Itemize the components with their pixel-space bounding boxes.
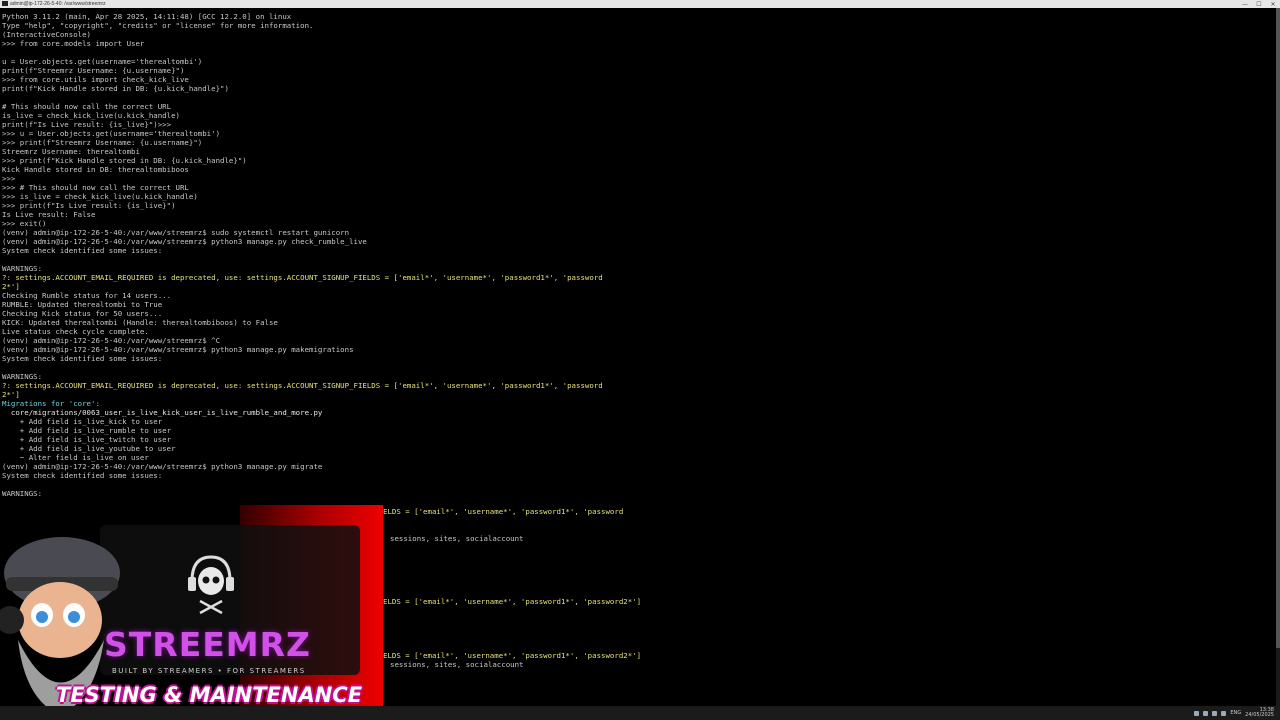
- skull-headphones-logo-icon: [188, 555, 234, 615]
- terminal-scrollbar[interactable]: [1276, 8, 1280, 706]
- brand-name: STREEMRZ: [104, 625, 311, 664]
- terminal-line: Streemrz Username: therealtombi: [2, 147, 140, 156]
- terminal-line: + Add field is_live_rumble to user: [2, 426, 172, 435]
- terminal-line: Type "help", "copyright", "credits" or "…: [2, 21, 314, 30]
- terminal-line: Python 3.11.2 (main, Apr 28 2025, 14:11:…: [2, 12, 292, 21]
- tray-chevron-icon[interactable]: [1194, 710, 1200, 716]
- close-button[interactable]: ✕: [1266, 0, 1280, 8]
- brand-tagline: BUILT BY STREAMERS • FOR STREAMERS: [112, 667, 306, 675]
- terminal-line: print(f"Streemrz Username: {u.username}"…: [2, 66, 185, 75]
- terminal-line: System check identified some issues:: [2, 246, 163, 255]
- terminal-line: Is Live result: False: [2, 210, 96, 219]
- terminal-line: print(f"Is Live result: {is_live}")>>>: [2, 120, 172, 129]
- terminal-line: >>> # This should now call the correct U…: [2, 183, 189, 192]
- network-icon[interactable]: [1203, 710, 1209, 716]
- terminal-line: WARNINGS:: [2, 372, 43, 381]
- terminal-line: ~ Alter field is_live on user: [2, 453, 149, 462]
- terminal-line: >>> print(f"Kick Handle stored in DB: {u…: [2, 156, 247, 165]
- terminal-app-icon: [2, 1, 8, 6]
- terminal-line: Kick Handle stored in DB: therealtombibo…: [2, 165, 189, 174]
- terminal-line: + Add field is_live_youtube to user: [2, 444, 176, 453]
- terminal-line: >>>: [2, 174, 16, 183]
- taskbar-clock[interactable]: 13:38 24/05/2025: [1245, 708, 1274, 718]
- terminal-line-fragment: ELDS = ['email*', 'username*', 'password…: [383, 651, 642, 660]
- terminal-line: (venv) admin@ip-172-26-5-40:/var/www/str…: [2, 237, 367, 246]
- system-tray: ENG 13:38 24/05/2025: [1194, 708, 1274, 718]
- terminal-line: WARNINGS:: [2, 264, 43, 273]
- stream-banner: TESTING & MAINTENANCE: [56, 683, 363, 707]
- battery-icon[interactable]: [1221, 710, 1227, 716]
- terminal-line: print(f"Kick Handle stored in DB: {u.kic…: [2, 84, 229, 93]
- taskbar: ENG 13:38 24/05/2025: [0, 706, 1280, 720]
- terminal-line: >>> u = User.objects.get(username='there…: [2, 129, 221, 138]
- terminal-line: Migrations for 'core':: [2, 399, 100, 408]
- terminal-line: 2*']: [2, 390, 20, 399]
- terminal-line: KICK: Updated therealtombi (Handle: ther…: [2, 318, 278, 327]
- terminal-line: RUMBLE: Updated therealtombi to True: [2, 300, 163, 309]
- terminal-line: >>> is_live = check_kick_live(u.kick_han…: [2, 192, 198, 201]
- terminal-line-fragment: ELDS = ['email*', 'username*', 'password…: [383, 597, 642, 606]
- terminal-line: (venv) admin@ip-172-26-5-40:/var/www/str…: [2, 228, 350, 237]
- terminal-line: + Add field is_live_kick to user: [2, 417, 163, 426]
- clock-date: 24/05/2025: [1245, 712, 1274, 718]
- terminal-line: # This should now call the correct URL: [2, 102, 172, 111]
- terminal-line-fragment: ELDS = ['email*', 'username*', 'password…: [383, 507, 624, 516]
- terminal-line: >>> from core.models import User: [2, 39, 145, 48]
- terminal-line: (venv) admin@ip-172-26-5-40:/var/www/str…: [2, 462, 323, 471]
- stream-overlay: STREEMRZ BUILT BY STREAMERS • FOR STREAM…: [0, 505, 383, 720]
- maximize-button[interactable]: ☐: [1252, 0, 1266, 8]
- terminal-line: >>> print(f"Streemrz Username: {u.userna…: [2, 138, 203, 147]
- terminal-line: Live status check cycle complete.: [2, 327, 149, 336]
- terminal-line: (venv) admin@ip-172-26-5-40:/var/www/str…: [2, 345, 354, 354]
- terminal-line: (venv) admin@ip-172-26-5-40:/var/www/str…: [2, 336, 221, 345]
- terminal-line: >>> exit(): [2, 219, 47, 228]
- terminal-line: System check identified some issues:: [2, 471, 163, 480]
- terminal-line-fragment: sessions, sites, socialaccount: [390, 534, 524, 543]
- terminal-line: Checking Kick status for 50 users...: [2, 309, 163, 318]
- window-titlebar[interactable]: admin@ip-172-26-5-40: /var/www/streemrz …: [0, 0, 1280, 8]
- terminal-line: ?: settings.ACCOUNT_EMAIL_REQUIRED is de…: [2, 381, 603, 390]
- terminal-line: WARNINGS:: [2, 489, 43, 498]
- terminal-line-fragment: sessions, sites, socialaccount: [390, 660, 524, 669]
- language-indicator[interactable]: ENG: [1230, 710, 1241, 716]
- terminal-line: is_live = check_kick_live(u.kick_handle): [2, 111, 180, 120]
- terminal-line: Checking Rumble status for 14 users...: [2, 291, 172, 300]
- terminal-line: core/migrations/0063_user_is_live_kick_u…: [2, 408, 323, 417]
- terminal-line: + Add field is_live_twitch to user: [2, 435, 172, 444]
- minimize-button[interactable]: —: [1238, 0, 1252, 8]
- volume-icon[interactable]: [1212, 710, 1218, 716]
- scrollbar-thumb[interactable]: [1276, 8, 1280, 648]
- terminal-line: System check identified some issues:: [2, 354, 163, 363]
- terminal-line: >>> from core.utils import check_kick_li…: [2, 75, 189, 84]
- terminal-line: (InteractiveConsole): [2, 30, 91, 39]
- window-title: admin@ip-172-26-5-40: /var/www/streemrz: [10, 1, 106, 7]
- terminal-line: 2*']: [2, 282, 20, 291]
- terminal-line: >>> print(f"Is Live result: {is_live}"): [2, 201, 176, 210]
- terminal-line: u = User.objects.get(username='therealto…: [2, 57, 203, 66]
- terminal-line: ?: settings.ACCOUNT_EMAIL_REQUIRED is de…: [2, 273, 603, 282]
